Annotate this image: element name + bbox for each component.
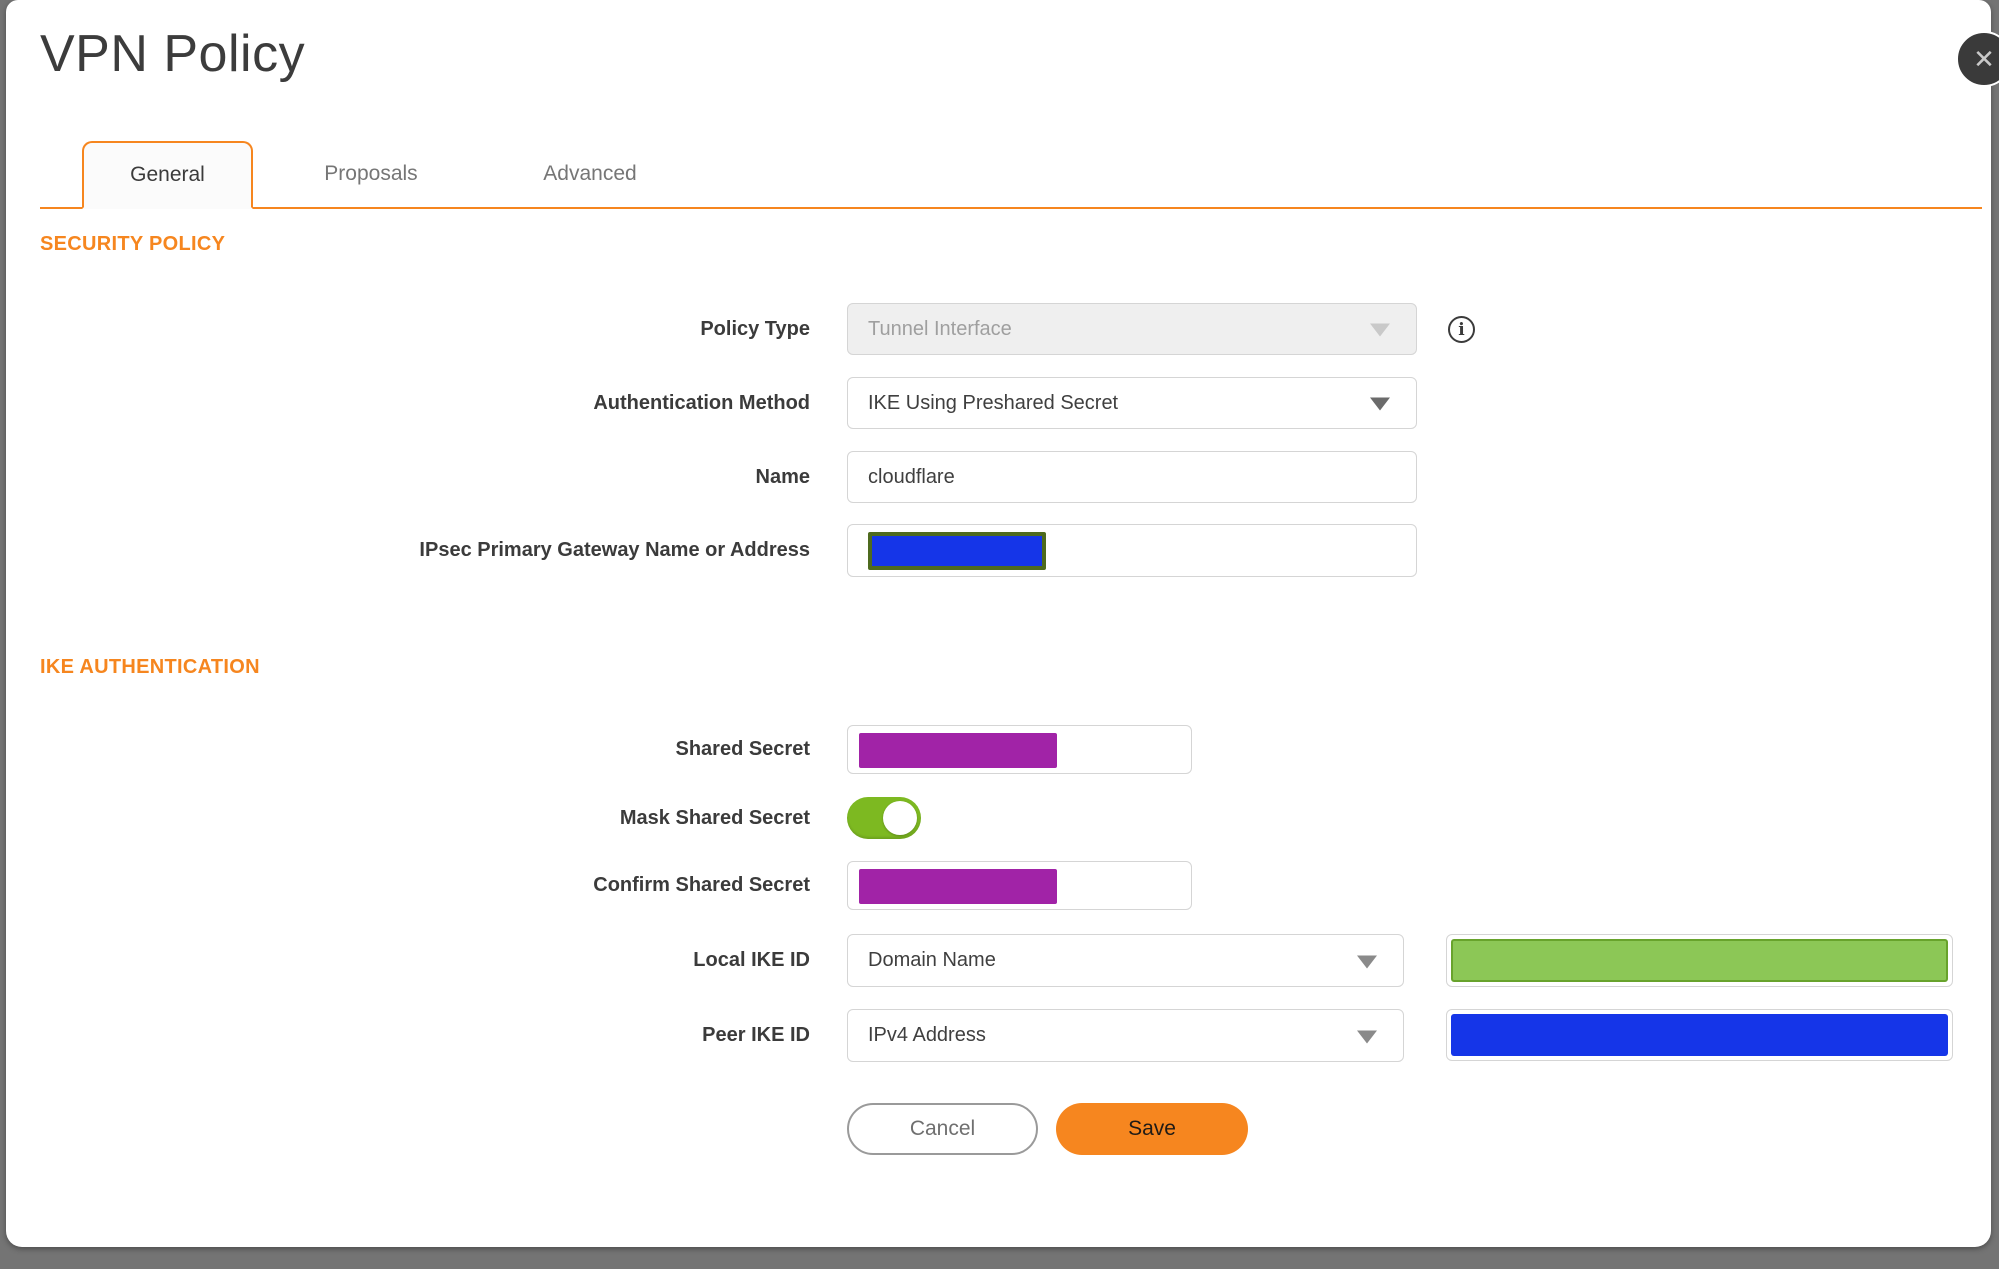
tab-advanced-label: Advanced	[543, 162, 637, 185]
name-label: Name	[755, 465, 810, 488]
chevron-down-icon	[1370, 397, 1390, 411]
local-ike-id-masked-value	[1451, 939, 1948, 982]
peer-ike-id-label: Peer IKE ID	[702, 1024, 810, 1046]
authentication-method-value: IKE Using Preshared Secret	[868, 391, 1119, 414]
peer-ike-id-masked-value	[1451, 1014, 1948, 1056]
shared-secret-input[interactable]	[847, 725, 1192, 774]
vpn-policy-dialog: VPN Policy General Proposals Advanced SE…	[6, 0, 1991, 1247]
peer-ike-id-value-input[interactable]	[1446, 1009, 1953, 1061]
local-ike-id-label: Local IKE ID	[693, 949, 810, 971]
local-ike-id-value-input[interactable]	[1446, 934, 1953, 987]
tab-bar: General Proposals Advanced	[40, 141, 1982, 209]
authentication-method-label: Authentication Method	[593, 391, 810, 414]
tab-general-label: General	[130, 163, 205, 186]
close-icon: ✕	[1973, 44, 1995, 74]
gateway-masked-value	[868, 532, 1046, 570]
cancel-button[interactable]: Cancel	[847, 1103, 1038, 1155]
local-ike-id-select[interactable]: Domain Name	[847, 934, 1404, 987]
tab-proposals[interactable]: Proposals	[285, 141, 457, 207]
save-button[interactable]: Save	[1056, 1103, 1248, 1155]
shared-secret-masked-value	[859, 733, 1057, 768]
info-icon[interactable]: i	[1448, 316, 1475, 343]
mask-shared-secret-toggle[interactable]	[847, 797, 921, 839]
page-title: VPN Policy	[40, 25, 306, 83]
confirm-shared-secret-masked-value	[859, 869, 1057, 904]
shared-secret-label: Shared Secret	[675, 738, 810, 760]
authentication-method-select[interactable]: IKE Using Preshared Secret	[847, 377, 1417, 429]
ike-authentication-heading: IKE AUTHENTICATION	[40, 656, 260, 678]
policy-type-value: Tunnel Interface	[868, 317, 1012, 340]
peer-ike-id-select[interactable]: IPv4 Address	[847, 1009, 1404, 1062]
chevron-down-icon	[1357, 955, 1377, 969]
chevron-down-icon	[1357, 1030, 1377, 1044]
peer-ike-id-value: IPv4 Address	[868, 1024, 986, 1046]
name-input[interactable]: cloudflare	[847, 451, 1417, 503]
tab-proposals-label: Proposals	[324, 162, 418, 185]
gateway-input[interactable]	[847, 524, 1417, 577]
chevron-down-icon	[1370, 323, 1390, 337]
tab-general[interactable]: General	[82, 141, 253, 209]
name-value: cloudflare	[868, 465, 955, 488]
policy-type-select[interactable]: Tunnel Interface	[847, 303, 1417, 355]
local-ike-id-value: Domain Name	[868, 949, 996, 971]
confirm-shared-secret-label: Confirm Shared Secret	[593, 874, 810, 896]
security-policy-heading: SECURITY POLICY	[40, 233, 226, 255]
gateway-label: IPsec Primary Gateway Name or Address	[419, 539, 810, 561]
tab-advanced[interactable]: Advanced	[504, 141, 676, 207]
mask-shared-secret-label: Mask Shared Secret	[619, 806, 810, 829]
toggle-knob	[883, 801, 917, 835]
policy-type-label: Policy Type	[700, 317, 810, 340]
confirm-shared-secret-input[interactable]	[847, 861, 1192, 910]
